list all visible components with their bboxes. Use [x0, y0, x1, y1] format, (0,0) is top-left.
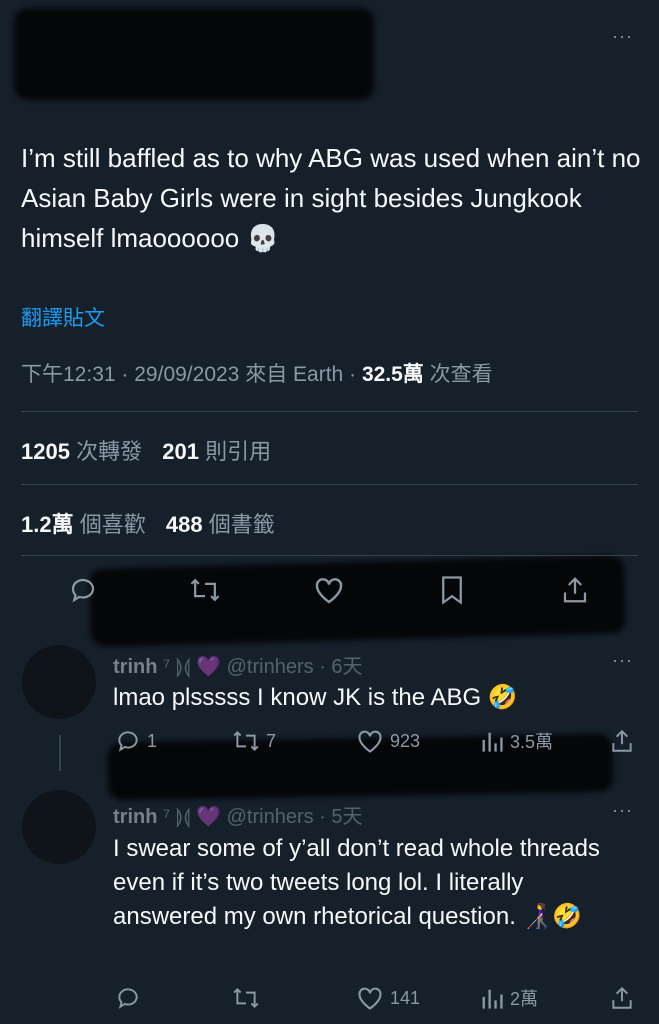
tweet-action-bar: [0, 575, 659, 615]
views-count: 32.5萬: [361, 363, 424, 386]
quotes-stat[interactable]: 201 則引用: [162, 439, 271, 464]
reply-icon[interactable]: [68, 575, 98, 605]
thread-line: [59, 735, 61, 771]
like-button[interactable]: 923: [356, 728, 420, 754]
view-count: 3.5萬: [510, 732, 554, 752]
views-button[interactable]: 2萬: [480, 985, 538, 1011]
retweet-icon: [233, 988, 259, 1008]
reply-button[interactable]: 1: [115, 728, 157, 754]
reply-age[interactable]: 5天: [331, 806, 362, 828]
reply-age[interactable]: 6天: [331, 656, 362, 678]
more-options-icon[interactable]: ···: [612, 650, 633, 671]
tweet-time[interactable]: 下午12:31: [21, 363, 116, 386]
name-badges: ⁷ ⟭⟬ 💜: [163, 656, 222, 678]
reply-header: trinh ⁷ ⟭⟬ 💜 @trinhers · 6天: [113, 656, 363, 678]
retweet-icon[interactable]: [189, 575, 221, 605]
retweets-stat[interactable]: 1205 次轉發: [21, 439, 142, 464]
reply-text: I swear some of y’all don’t read whole t…: [113, 835, 600, 930]
divider: [21, 411, 638, 412]
retweet-count: 7: [266, 730, 277, 751]
retweet-quote-stats: 1205 次轉發 201 則引用: [21, 434, 271, 466]
reply-icon: [118, 988, 138, 1009]
like-icon[interactable]: [313, 575, 345, 605]
likes-stat[interactable]: 1.2萬 個喜歡: [21, 512, 146, 537]
redacted-author-block: [14, 8, 374, 100]
name-badges: ⁷ ⟭⟬ 💜: [163, 806, 222, 828]
like-bookmark-stats: 1.2萬 個喜歡 488 個書籤: [21, 507, 275, 539]
tweet-date[interactable]: 29/09/2023: [134, 363, 239, 386]
reply-header: trinh ⁷ ⟭⟬ 💜 @trinhers · 5天: [113, 806, 363, 828]
divider: [21, 484, 638, 485]
more-options-icon[interactable]: ···: [612, 800, 633, 821]
share-button[interactable]: [610, 985, 634, 1011]
share-button[interactable]: [610, 728, 634, 754]
tweet-text: I’m still baffled as to why ABG was used…: [21, 143, 641, 253]
share-icon[interactable]: [561, 575, 589, 605]
views-label: 次查看: [429, 363, 493, 386]
retweet-icon: [233, 731, 259, 751]
bookmarks-stat[interactable]: 488 個書籤: [166, 512, 275, 537]
separator: ·: [121, 363, 129, 386]
reply-button[interactable]: [115, 985, 141, 1011]
handle[interactable]: @trinhers: [227, 656, 314, 678]
like-icon: [358, 730, 382, 753]
like-icon: [358, 987, 382, 1010]
more-options-icon[interactable]: ···: [612, 26, 633, 47]
share-icon: [612, 729, 632, 752]
handle[interactable]: @trinhers: [227, 806, 314, 828]
tweet-metadata: 下午12:31 · 29/09/2023 來自 Earth · 32.5萬 次查…: [21, 358, 493, 388]
avatar[interactable]: [22, 645, 96, 719]
reply-text: lmao plsssss I know JK is the ABG 🤣: [113, 684, 518, 711]
retweet-button[interactable]: [232, 985, 260, 1011]
like-count: 923: [390, 730, 421, 751]
share-icon: [612, 986, 632, 1009]
divider: [21, 555, 638, 556]
views-icon: [482, 989, 503, 1009]
separator: ·: [349, 363, 357, 386]
source-prefix: 來自: [245, 363, 288, 386]
like-button[interactable]: 141: [356, 985, 420, 1011]
reply-icon: [118, 731, 138, 752]
display-name[interactable]: trinh: [113, 656, 157, 678]
tweet-source: Earth: [293, 363, 344, 386]
bookmark-icon[interactable]: [439, 575, 465, 605]
like-count: 141: [390, 987, 421, 1008]
display-name[interactable]: trinh: [113, 806, 157, 828]
views-button[interactable]: 3.5萬: [480, 728, 553, 754]
translate-post-link[interactable]: 翻譯貼文: [21, 302, 105, 332]
retweet-button[interactable]: 7: [232, 728, 276, 754]
view-count: 2萬: [510, 989, 539, 1009]
reply-count: 1: [147, 730, 158, 751]
views-icon: [482, 732, 503, 752]
avatar[interactable]: [22, 790, 96, 864]
